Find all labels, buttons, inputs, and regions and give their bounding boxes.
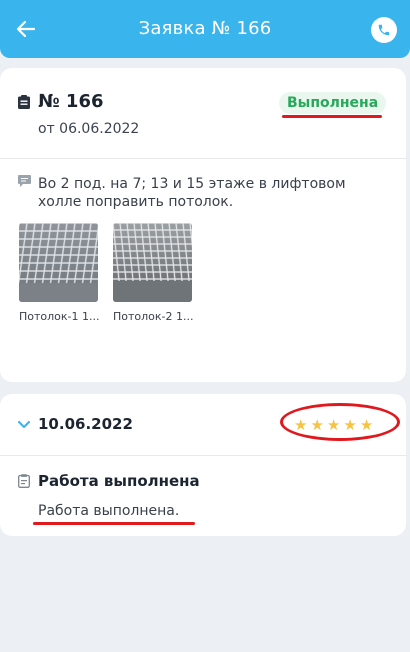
photo-thumbnail-2[interactable] [113,223,192,302]
order-number: № 166 [38,91,104,112]
work-text: Работа выполнена. [38,503,180,519]
checklist-icon [18,474,30,488]
work-title: Работа выполнена [38,472,200,490]
chevron-down-icon[interactable] [18,421,30,429]
photo-caption-2: Потолок-2 1... [113,310,194,323]
rating-circle-annotation [280,403,400,441]
work-text-underline-annotation [33,522,195,525]
divider [0,158,406,159]
app-header: Заявка № 166 [0,0,410,58]
divider [0,455,406,456]
photo-image [113,223,192,302]
photo-caption-1: Потолок-1 1... [19,310,100,323]
order-card: № 166 от 06.06.2022 Выполнена Во 2 под. … [0,68,406,382]
comment-icon [18,175,31,187]
photo-thumbnail-1[interactable] [19,223,98,302]
phone-icon [378,24,390,36]
response-card: 10.06.2022 ★ ★ ★ ★ ★ Работа выполнена Работа… [0,394,406,536]
photo-image [19,223,98,302]
call-button[interactable] [371,17,397,43]
response-date: 10.06.2022 [38,415,133,433]
status-underline-annotation [282,115,382,118]
clipboard-icon [18,95,30,109]
status-badge: Выполнена [279,92,387,114]
order-date: от 06.06.2022 [38,121,140,137]
page-title: Заявка № 166 [138,18,272,39]
order-description: Во 2 под. на 7; 13 и 15 этаже в лифтовом… [38,176,346,210]
